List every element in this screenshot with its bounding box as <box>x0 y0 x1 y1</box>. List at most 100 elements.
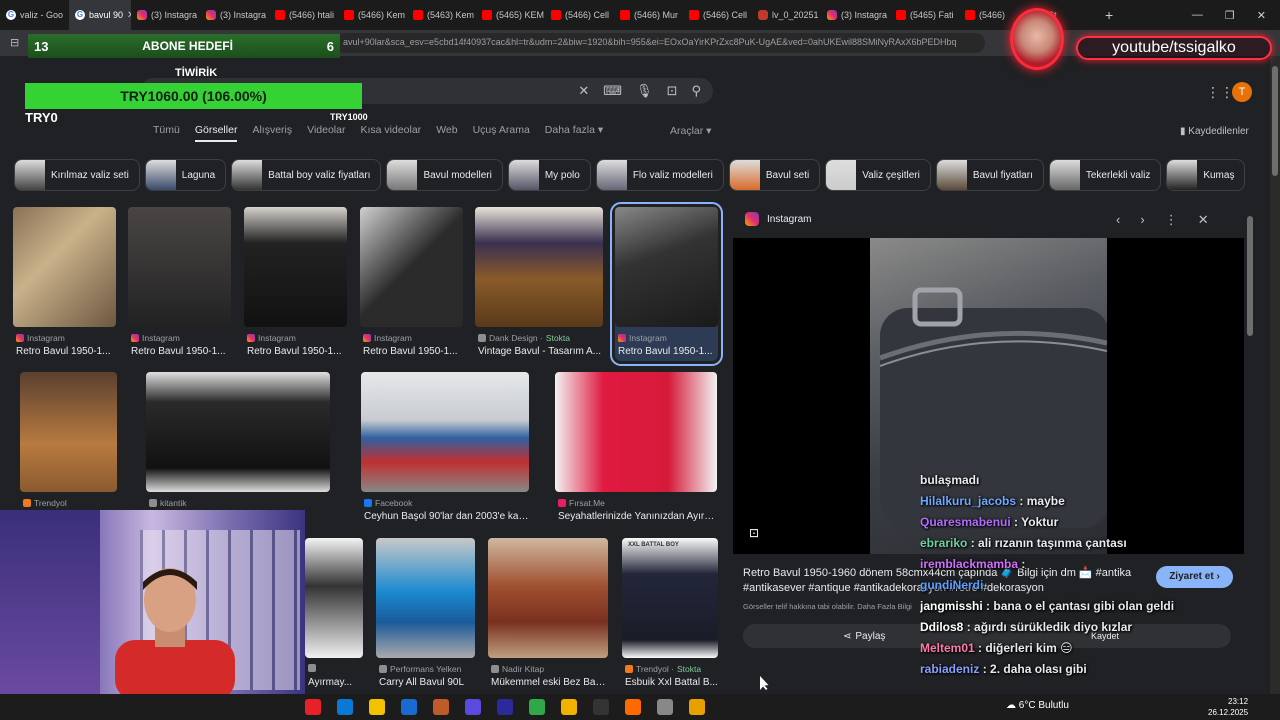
prev-icon[interactable]: ‹ <box>1116 212 1120 228</box>
image-result[interactable]: Ayırmay... <box>305 538 363 692</box>
related-chip[interactable]: Kumaş <box>1166 159 1246 191</box>
clear-search-icon[interactable]: ✕ <box>578 83 589 99</box>
taskbar-app-icon[interactable] <box>465 699 481 715</box>
browser-tab[interactable]: Gbavul 90✕ <box>69 0 131 30</box>
image-result[interactable]: Instagram Retro Bavul 1950-1... <box>610 202 723 366</box>
tab-1[interactable]: Görseller <box>194 124 238 142</box>
result-thumbnail[interactable] <box>475 207 603 327</box>
result-thumbnail[interactable] <box>555 372 717 492</box>
result-title[interactable]: Retro Bavul 1950-1... <box>363 346 463 357</box>
result-thumbnail[interactable] <box>305 538 363 658</box>
result-title[interactable]: Ceyhun Başol 90'lar dan 2003'e kadar a..… <box>364 511 529 522</box>
image-result[interactable]: Nadir Kitap Mükemmel eski Bez Bav... <box>488 538 608 692</box>
image-result[interactable]: kitantik...DEN... <box>146 372 330 526</box>
taskbar-app-icon[interactable] <box>689 699 705 715</box>
taskbar-app-icon[interactable] <box>625 699 641 715</box>
result-title[interactable]: Esbuik Xxl Battal B... <box>625 677 718 688</box>
result-title[interactable]: Retro Bavul 1950-1... <box>16 346 116 357</box>
tab-7[interactable]: Daha fazla ▾ <box>545 124 603 142</box>
image-result[interactable]: Facebook Ceyhun Başol 90'lar dan 2003'e k… <box>361 372 529 526</box>
result-thumbnail[interactable] <box>13 207 116 327</box>
image-result[interactable]: Instagram Retro Bavul 1950-1... <box>360 207 463 361</box>
related-chip[interactable]: Bavul modelleri <box>386 159 503 191</box>
search-icon[interactable]: ⚲ <box>691 83 701 99</box>
browser-tab[interactable]: (5465) Fati <box>890 0 959 30</box>
more-icon[interactable]: ⋮ <box>1165 212 1178 228</box>
related-chip[interactable]: Kırılmaz valiz seti <box>14 159 140 191</box>
taskbar-app-icon[interactable] <box>561 699 577 715</box>
lens-icon[interactable]: ⊡ <box>667 83 678 99</box>
image-result[interactable]: Trendyol <box>20 372 117 526</box>
maximize-icon[interactable]: ❐ <box>1225 9 1235 22</box>
panel-site-name[interactable]: Instagram <box>767 214 811 225</box>
taskbar-app-icon[interactable] <box>433 699 449 715</box>
result-title[interactable]: Retro Bavul 1950-1... <box>131 346 231 357</box>
image-result[interactable]: Performans Yelken Carry All Bavul 90L <box>376 538 475 692</box>
taskbar-app-icon[interactable] <box>497 699 513 715</box>
image-result[interactable]: Fırsat.Me Seyahatlerinizde Yanınızdan Ayı… <box>555 372 717 526</box>
browser-tab[interactable]: (5465) KEM <box>476 0 545 30</box>
result-title[interactable]: Vintage Bavul - Tasarım A... <box>478 346 603 357</box>
related-chip[interactable]: Laguna <box>144 159 227 191</box>
browser-tab[interactable]: (5466) Mur <box>614 0 683 30</box>
browser-tab[interactable]: lv_0_20251 <box>752 0 821 30</box>
image-result[interactable]: Dank Design · Stokta Vintage Bavul - Tasa… <box>475 207 603 361</box>
related-chip[interactable]: Tekerlekli valiz <box>1048 159 1162 191</box>
next-icon[interactable]: › <box>1140 212 1144 228</box>
result-title[interactable]: Retro Bavul 1950-1... <box>618 346 718 357</box>
related-chip[interactable]: My polo <box>507 159 591 191</box>
new-tab-icon[interactable]: + <box>1105 7 1113 23</box>
tab-3[interactable]: Videolar <box>307 124 345 142</box>
tab-2[interactable]: Alışveriş <box>252 124 292 142</box>
browser-tab[interactable]: (3) Instagra <box>821 0 890 30</box>
taskbar-app-icon[interactable] <box>401 699 417 715</box>
mic-icon[interactable]: 🎙 <box>636 83 653 99</box>
related-chip[interactable]: Bavul seti <box>728 159 821 191</box>
browser-tab[interactable]: (3) Instagra <box>131 0 200 30</box>
avatar[interactable]: T <box>1232 82 1252 102</box>
result-title[interactable]: Retro Bavul 1950-1... <box>247 346 347 357</box>
keyboard-icon[interactable]: ⌨ <box>603 83 622 99</box>
sidebar-icon[interactable]: ⊟ <box>10 36 19 49</box>
image-result[interactable]: Instagram Retro Bavul 1950-1... <box>13 207 116 361</box>
result-title[interactable]: Mükemmel eski Bez Bav... <box>491 677 608 688</box>
result-title[interactable]: Carry All Bavul 90L <box>379 677 475 688</box>
tab-5[interactable]: Web <box>436 124 457 142</box>
result-thumbnail[interactable] <box>20 372 117 492</box>
saved-button[interactable]: ▮ Kaydedilenler <box>1180 126 1249 137</box>
result-thumbnail[interactable] <box>146 372 330 492</box>
close-icon[interactable]: ✕ <box>1198 212 1209 228</box>
browser-tab[interactable]: (5466) Cell <box>545 0 614 30</box>
taskbar-app-icon[interactable] <box>593 699 609 715</box>
result-thumbnail[interactable] <box>244 207 347 327</box>
browser-tab[interactable]: (5466) Kem <box>338 0 407 30</box>
result-thumbnail[interactable] <box>128 207 231 327</box>
taskbar-app-icon[interactable] <box>657 699 673 715</box>
result-thumbnail[interactable] <box>361 372 529 492</box>
lens-search-icon[interactable]: ⊡ <box>749 526 759 540</box>
image-result[interactable]: Instagram Retro Bavul 1950-1... <box>128 207 231 361</box>
tab-0[interactable]: Tümü <box>153 124 180 142</box>
browser-tab[interactable]: (5466) htali <box>269 0 338 30</box>
result-thumbnail[interactable] <box>360 207 463 327</box>
result-thumbnail[interactable] <box>615 207 718 327</box>
result-title[interactable]: Ayırmay... <box>308 677 363 688</box>
related-chip[interactable]: Battal boy valiz fiyatları <box>231 159 382 191</box>
tools-button[interactable]: Araçlar ▾ <box>670 125 711 137</box>
related-chip[interactable]: Valiz çeşitleri <box>825 159 931 191</box>
page-scrollbar[interactable] <box>1270 56 1280 694</box>
url-input[interactable]: avul+90lar&sca_esv=e5cbd14f40937cac&hl=t… <box>335 33 985 53</box>
browser-tab[interactable]: (3) Instagra <box>200 0 269 30</box>
taskbar-app-icon[interactable] <box>337 699 353 715</box>
tab-4[interactable]: Kısa videolar <box>360 124 421 142</box>
related-chip[interactable]: Flo valiz modelleri <box>595 159 724 191</box>
browser-tab[interactable]: (5466) Cell <box>683 0 752 30</box>
result-title[interactable]: Seyahatlerinizde Yanınızdan Ayıra... <box>558 511 717 522</box>
taskbar-app-icon[interactable] <box>369 699 385 715</box>
taskbar-app-icon[interactable] <box>305 699 321 715</box>
result-thumbnail[interactable] <box>376 538 475 658</box>
browser-tab[interactable]: (5463) Kem <box>407 0 476 30</box>
taskbar-app-icon[interactable] <box>529 699 545 715</box>
weather-widget[interactable]: ☁ 6°C Bulutlu <box>1006 700 1069 711</box>
taskbar-clock[interactable]: 23:12 26.12.2025 <box>1208 696 1248 718</box>
